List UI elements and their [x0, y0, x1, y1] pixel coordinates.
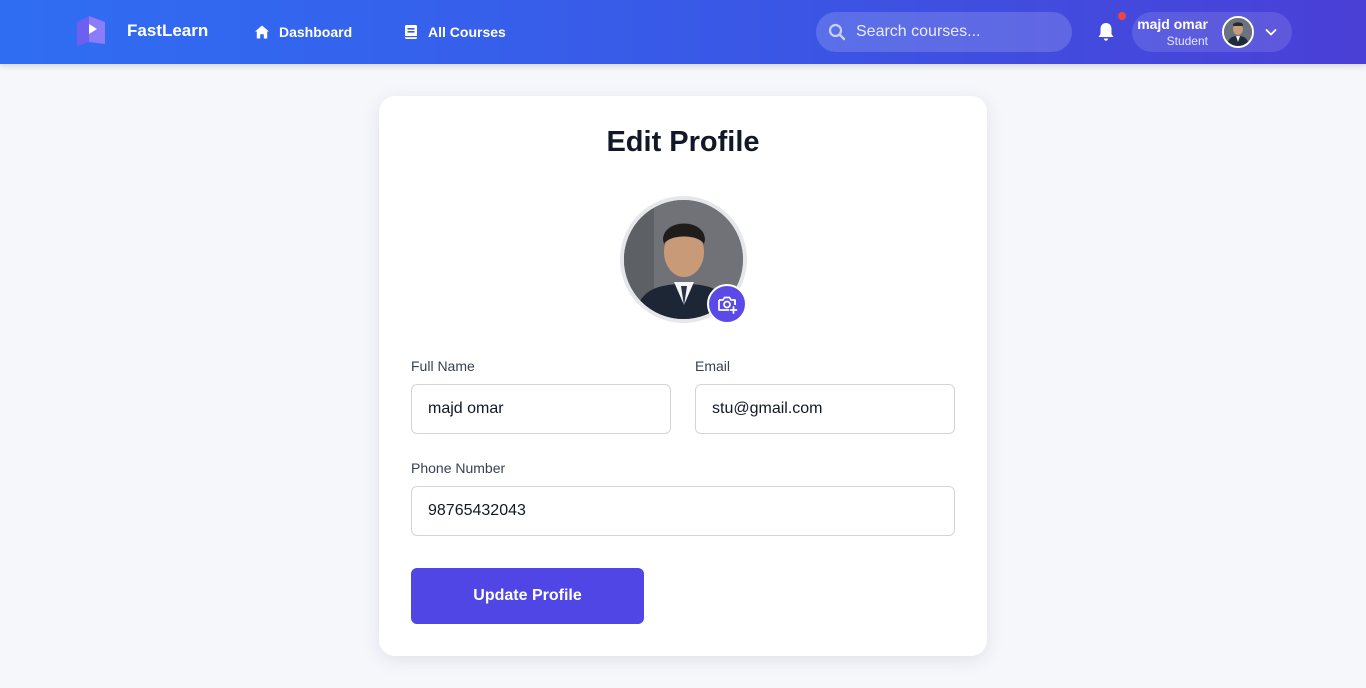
- phone-number-label: Phone Number: [411, 460, 506, 476]
- page-title: Edit Profile: [606, 126, 760, 158]
- full-name-label: Full Name: [411, 358, 475, 374]
- notifications-button[interactable]: [1094, 20, 1118, 44]
- user-avatar[interactable]: [1222, 16, 1254, 48]
- search-icon: [828, 23, 846, 41]
- search-bar[interactable]: [816, 12, 1072, 52]
- user-role: Student: [1166, 34, 1208, 48]
- user-info: majd omar Student: [1137, 16, 1208, 50]
- bell-icon: [1098, 23, 1114, 41]
- top-navbar: FastLearn Dashboard All Courses maj: [0, 0, 1366, 64]
- brand-name: FastLearn: [127, 21, 209, 40]
- email-label: Email: [695, 358, 731, 374]
- phone-number-field[interactable]: [411, 486, 955, 536]
- nav-link-dashboard[interactable]: Dashboard: [254, 20, 352, 44]
- email-field[interactable]: [695, 384, 955, 434]
- avatar-image: [1224, 18, 1252, 46]
- brand-logo-icon: [77, 16, 105, 46]
- search-input[interactable]: [856, 17, 1056, 47]
- book-icon: [405, 25, 417, 39]
- user-menu[interactable]: majd omar Student: [1132, 12, 1292, 52]
- notification-badge: [1118, 12, 1126, 20]
- nav-link-all-courses[interactable]: All Courses: [403, 20, 506, 44]
- chevron-down-icon: [1265, 29, 1277, 36]
- camera-plus-icon: [718, 296, 738, 314]
- brand[interactable]: FastLearn: [74, 14, 208, 48]
- update-profile-button[interactable]: Update Profile: [411, 568, 644, 624]
- user-name: majd omar: [1137, 16, 1208, 32]
- full-name-field[interactable]: [411, 384, 671, 434]
- nav-link-label: All Courses: [428, 24, 506, 40]
- change-photo-button[interactable]: [707, 284, 747, 324]
- edit-profile-card: Edit Profile Full Name Email Phone Numbe…: [379, 96, 987, 656]
- nav-link-label: Dashboard: [279, 24, 353, 40]
- home-icon: [255, 25, 269, 39]
